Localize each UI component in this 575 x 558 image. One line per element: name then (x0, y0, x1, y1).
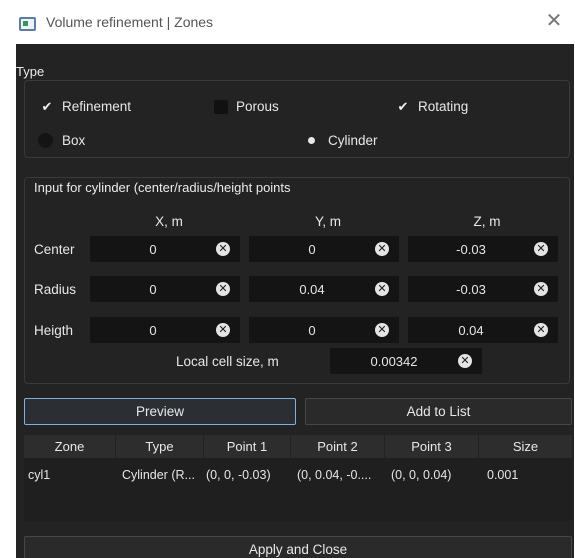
column-header-z: Z, m (473, 214, 501, 229)
center-z-value: -0.03 (456, 241, 486, 257)
clear-icon[interactable]: ✕ (216, 282, 230, 296)
close-icon[interactable]: ✕ (543, 10, 565, 32)
center-y-value: 0 (308, 241, 316, 257)
center-y-input[interactable]: 0 ✕ (249, 236, 399, 262)
clear-icon[interactable]: ✕ (534, 242, 548, 256)
height-z-input[interactable]: 0.04 ✕ (408, 317, 558, 343)
table-row[interactable]: cyl1 Cylinder (R... (0, 0, -0.03) (0, 0.… (24, 458, 572, 492)
clear-icon[interactable]: ✕ (375, 282, 389, 296)
cell-point3: (0, 0, 0.04) (391, 468, 452, 482)
cell-point1: (0, 0, -0.03) (206, 468, 271, 482)
height-y-value: 0 (308, 322, 316, 338)
type-section-title: Type (16, 64, 45, 79)
col-type[interactable]: Type (116, 435, 204, 458)
porous-label: Porous (236, 99, 279, 114)
clear-icon[interactable]: ✕ (375, 323, 389, 337)
radio-on-icon (304, 133, 319, 148)
col-zone[interactable]: Zone (24, 435, 116, 458)
col-point1[interactable]: Point 1 (204, 435, 291, 458)
unchecked-box-icon (214, 99, 228, 114)
height-y-input[interactable]: 0 ✕ (249, 317, 399, 343)
cell-size-label: Local cell size, m (176, 354, 279, 369)
row-label-height: Heigth (34, 323, 74, 338)
clear-icon[interactable]: ✕ (375, 242, 389, 256)
clear-icon[interactable]: ✕ (458, 354, 472, 368)
height-x-input[interactable]: 0 ✕ (90, 317, 240, 343)
cell-size-input[interactable]: 0.00342 ✕ (330, 348, 482, 374)
cell-size-value: 0.00342 (370, 353, 418, 369)
height-x-value: 0 (149, 322, 157, 338)
refinement-checkbox[interactable]: ✔ Refinement (40, 98, 132, 114)
center-x-input[interactable]: 0 ✕ (90, 236, 240, 262)
radius-z-input[interactable]: -0.03 ✕ (408, 276, 558, 302)
radius-x-value: 0 (149, 281, 157, 297)
cylinder-label: Cylinder (328, 133, 378, 148)
type-group (24, 80, 570, 158)
cell-point2: (0, 0.04, -0.... (297, 468, 372, 482)
dialog-body: Type ✔ Refinement Porous ✔ Rotating Box … (16, 44, 574, 558)
cell-type: Cylinder (R... (122, 468, 195, 482)
row-label-center: Center (34, 242, 75, 257)
apply-close-button[interactable]: Apply and Close (24, 536, 572, 558)
cylinder-radio[interactable]: Cylinder (304, 133, 378, 148)
cell-size: 0.001 (487, 468, 519, 482)
preview-button[interactable]: Preview (24, 398, 296, 425)
box-label: Box (62, 133, 86, 148)
center-x-value: 0 (149, 241, 157, 257)
check-icon: ✔ (397, 98, 409, 114)
rotating-label: Rotating (418, 99, 469, 114)
radius-z-value: -0.03 (456, 281, 486, 297)
check-icon: ✔ (41, 98, 53, 114)
radius-x-input[interactable]: 0 ✕ (90, 276, 240, 302)
center-z-input[interactable]: -0.03 ✕ (408, 236, 558, 262)
box-radio[interactable]: Box (38, 133, 85, 148)
cell-zone: cyl1 (28, 468, 51, 482)
table-header: Zone Type Point 1 Point 2 Point 3 Size (24, 435, 572, 458)
radius-y-input[interactable]: 0.04 ✕ (249, 276, 399, 302)
clear-icon[interactable]: ✕ (534, 282, 548, 296)
title-bar: Volume refinement | Zones ✕ (0, 0, 575, 44)
input-section-title: Input for cylinder (center/radius/height… (34, 180, 291, 195)
column-header-y: Y, m (314, 214, 341, 229)
porous-checkbox[interactable]: Porous (214, 99, 279, 114)
col-size[interactable]: Size (479, 435, 572, 458)
radius-y-value: 0.04 (299, 281, 325, 297)
zones-table: Zone Type Point 1 Point 2 Point 3 Size c… (24, 435, 572, 521)
height-z-value: 0.04 (458, 322, 484, 338)
col-point2[interactable]: Point 2 (291, 435, 385, 458)
radio-off-icon (38, 133, 53, 148)
column-header-x: X, m (155, 214, 183, 229)
rotating-checkbox[interactable]: ✔ Rotating (396, 98, 469, 114)
add-to-list-button[interactable]: Add to List (305, 398, 572, 425)
refinement-label: Refinement (62, 99, 132, 114)
row-label-radius: Radius (34, 282, 77, 297)
col-point3[interactable]: Point 3 (385, 435, 479, 458)
clear-icon[interactable]: ✕ (534, 323, 548, 337)
clear-icon[interactable]: ✕ (216, 323, 230, 337)
window-title: Volume refinement | Zones (46, 14, 214, 30)
clear-icon[interactable]: ✕ (216, 242, 230, 256)
app-window-icon (19, 17, 36, 31)
